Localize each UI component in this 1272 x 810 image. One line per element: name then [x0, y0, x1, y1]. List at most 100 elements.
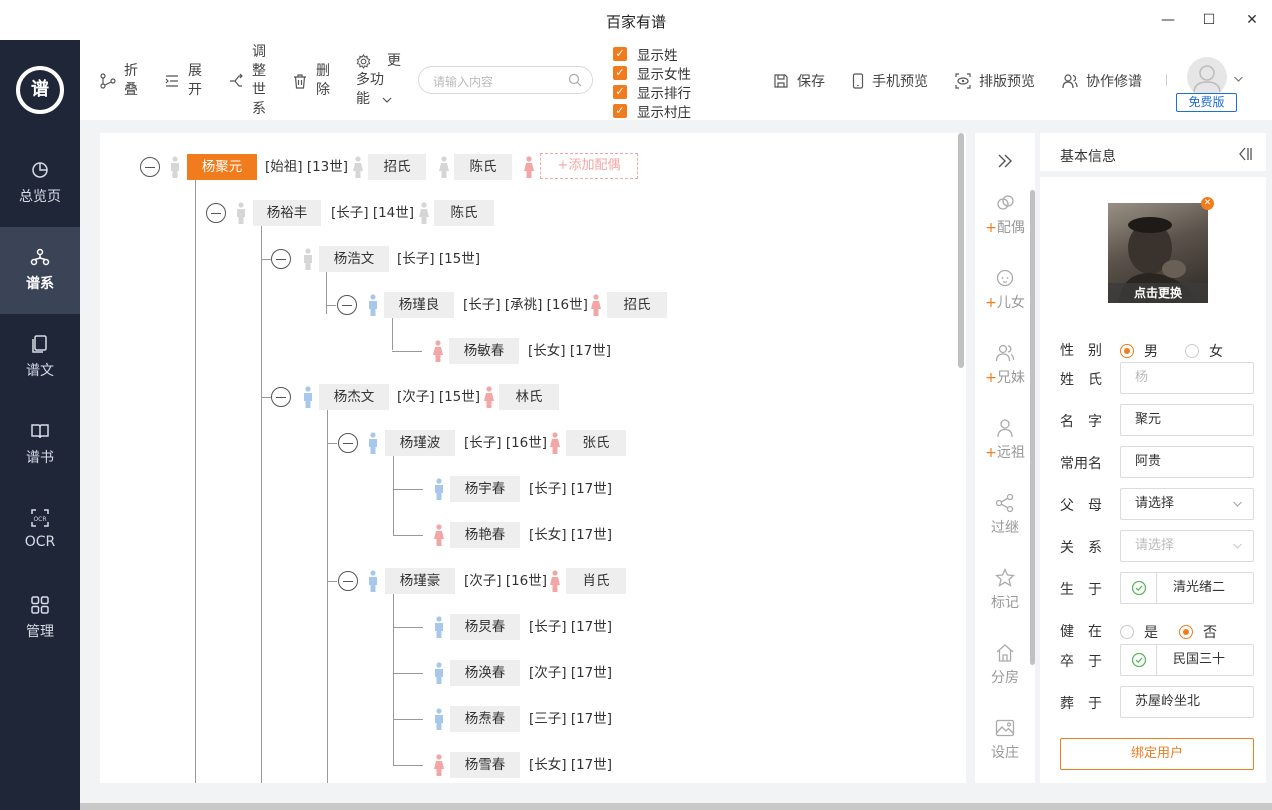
person-info: [次子] [17世] — [529, 665, 613, 681]
change-photo-label[interactable]: 点击更换 — [1108, 283, 1208, 303]
expand-button[interactable]: 展开 — [164, 62, 202, 100]
alive-no-radio[interactable]: 否 — [1179, 622, 1217, 642]
given-name-input[interactable]: 聚元 — [1120, 404, 1254, 436]
alive-label: 健 在 — [1060, 624, 1102, 640]
user-avatar[interactable] — [1187, 57, 1227, 97]
parents-select[interactable]: 请选择 — [1120, 488, 1254, 520]
horizontal-scrollbar[interactable] — [80, 803, 1272, 810]
sidebar-item-overview[interactable]: 总览页 — [0, 140, 80, 227]
calendar-toggle[interactable] — [1121, 645, 1157, 675]
add-children-tool[interactable]: +儿女 — [975, 268, 1035, 312]
calendar-toggle[interactable] — [1121, 573, 1157, 603]
person-node[interactable]: 杨炅春 — [450, 614, 520, 640]
collapse-toggle[interactable] — [338, 571, 358, 591]
double-chevron-right-icon[interactable] — [997, 154, 1013, 168]
gender-female-radio[interactable]: 女 — [1185, 341, 1223, 361]
search-input[interactable]: 请输入内容 — [418, 66, 593, 94]
collapse-toggle[interactable] — [337, 295, 357, 315]
branch-tool-label: 分房 — [991, 670, 1019, 686]
spouse-node[interactable]: 林氏 — [499, 384, 559, 410]
female-person-icon — [353, 156, 363, 178]
alive-yes-radio[interactable]: 是 — [1120, 622, 1158, 642]
person-node[interactable]: 杨焘春 — [450, 706, 520, 732]
person-node[interactable]: 杨雪春 — [450, 752, 520, 778]
gender-male-radio[interactable]: 男 — [1120, 341, 1158, 361]
spouse-node[interactable]: 招氏 — [607, 292, 667, 318]
adopt-tool[interactable]: 过继 — [975, 493, 1035, 537]
spouse-node[interactable]: 招氏 — [368, 154, 426, 180]
sidebar-item-genealogy[interactable]: 谱系 — [0, 227, 80, 314]
burial-place-input[interactable]: 苏屋岭坐北 — [1120, 686, 1254, 718]
add-spouse-button[interactable]: +添加配偶 — [540, 153, 638, 179]
collaborate-button[interactable]: 协作修谱 — [1062, 71, 1142, 91]
female-person-icon — [434, 524, 444, 546]
collapse-toggle[interactable] — [206, 203, 226, 223]
collapse-button[interactable]: 折叠 — [100, 62, 138, 100]
portrait-photo[interactable]: 点击更换 — [1108, 203, 1208, 303]
connector-line — [393, 673, 423, 674]
person-node-root[interactable]: 杨聚元 — [187, 154, 257, 180]
person-node[interactable]: 杨宇春 — [450, 476, 520, 502]
add-ancestor-tool[interactable]: +远祖 — [975, 418, 1035, 462]
sidebar-item-ocr[interactable]: OCR OCR — [0, 488, 80, 575]
born-date-input[interactable]: 清光绪二 — [1120, 572, 1254, 604]
show-rank-checkbox[interactable]: ✓ 显示排行 — [613, 82, 691, 102]
bind-user-button[interactable]: 绑定用户 — [1060, 738, 1254, 770]
tools-scrollbar[interactable] — [1030, 190, 1035, 665]
layout-preview-button[interactable]: 排版预览 — [955, 71, 1035, 91]
show-surname-checkbox[interactable]: ✓ 显示姓 — [613, 44, 691, 64]
collapse-panel-icon[interactable] — [1238, 146, 1252, 162]
tree-scrollbar[interactable] — [958, 133, 964, 368]
spouse-node[interactable]: 张氏 — [566, 430, 626, 456]
died-date-input[interactable]: 民国三十 — [1120, 644, 1254, 676]
add-spouse-tool[interactable]: +配偶 — [975, 193, 1035, 237]
collapse-toggle[interactable] — [271, 249, 291, 269]
spouse-node[interactable]: 肖氏 — [566, 568, 626, 594]
female-person-icon — [550, 432, 560, 454]
relation-select[interactable]: 请选择 — [1120, 530, 1254, 562]
surname-input[interactable]: 杨 — [1120, 362, 1254, 394]
rings-icon — [997, 195, 1014, 210]
person-node[interactable]: 杨裕丰 — [253, 200, 321, 226]
close-button[interactable]: ✕ — [1240, 8, 1264, 32]
more-functions-button[interactable]: 更 多功 能 — [356, 52, 401, 109]
connector-line — [326, 269, 327, 314]
minimize-button[interactable]: — — [1156, 8, 1180, 32]
person-node[interactable]: 杨浩文 — [319, 246, 389, 272]
person-node[interactable]: 杨敏春 — [449, 338, 519, 364]
sidebar-item-texts[interactable]: 谱文 — [0, 314, 80, 401]
person-node[interactable]: 杨瑾波 — [385, 430, 455, 456]
remove-photo-icon[interactable]: ✕ — [1201, 197, 1214, 210]
branch-tool[interactable]: 分房 — [975, 643, 1035, 687]
collapse-toggle[interactable] — [338, 433, 358, 453]
collapse-toggle[interactable] — [140, 157, 160, 177]
connector-line — [393, 627, 423, 628]
person-node[interactable]: 杨艳春 — [450, 522, 520, 548]
spouse-node[interactable]: 陈氏 — [454, 154, 512, 180]
mobile-preview-button[interactable]: 手机预览 — [852, 71, 928, 91]
person-node[interactable]: 杨瑾豪 — [385, 568, 455, 594]
common-name-input[interactable]: 阿贵 — [1120, 446, 1254, 478]
maximize-button[interactable]: ☐ — [1197, 8, 1221, 32]
show-female-checkbox[interactable]: ✓ 显示女性 — [613, 63, 691, 83]
collapse-toggle[interactable] — [271, 387, 291, 407]
delete-button[interactable]: 删除 — [292, 62, 330, 100]
sidebar-item-book[interactable]: 谱书 — [0, 401, 80, 488]
chevron-down-icon[interactable] — [1233, 75, 1244, 83]
show-village-checkbox[interactable]: ✓ 显示村庄 — [613, 101, 691, 121]
free-version-badge[interactable]: 免费版 — [1176, 93, 1237, 112]
connector-line — [392, 315, 393, 350]
person-node[interactable]: 杨涣春 — [450, 660, 520, 686]
baby-icon — [996, 269, 1014, 287]
set-village-tool[interactable]: 设庄 — [975, 718, 1035, 762]
adjust-generation-button[interactable]: 调整世系 — [228, 43, 266, 119]
spouse-node[interactable]: 陈氏 — [434, 200, 494, 226]
sidebar-item-manage[interactable]: 管理 — [0, 575, 80, 662]
more-label-1: 更 — [387, 53, 401, 69]
family-tree-canvas[interactable]: 杨聚元 [始祖] [13世] 招氏 陈氏 +添加配偶 杨裕丰 [长子] [14世… — [100, 133, 966, 783]
person-node[interactable]: 杨杰文 — [319, 384, 389, 410]
save-button[interactable]: 保存 — [773, 71, 825, 91]
add-siblings-tool[interactable]: +兄妹 — [975, 343, 1035, 387]
mark-tool[interactable]: 标记 — [975, 568, 1035, 612]
person-node[interactable]: 杨瑾良 — [384, 292, 454, 318]
